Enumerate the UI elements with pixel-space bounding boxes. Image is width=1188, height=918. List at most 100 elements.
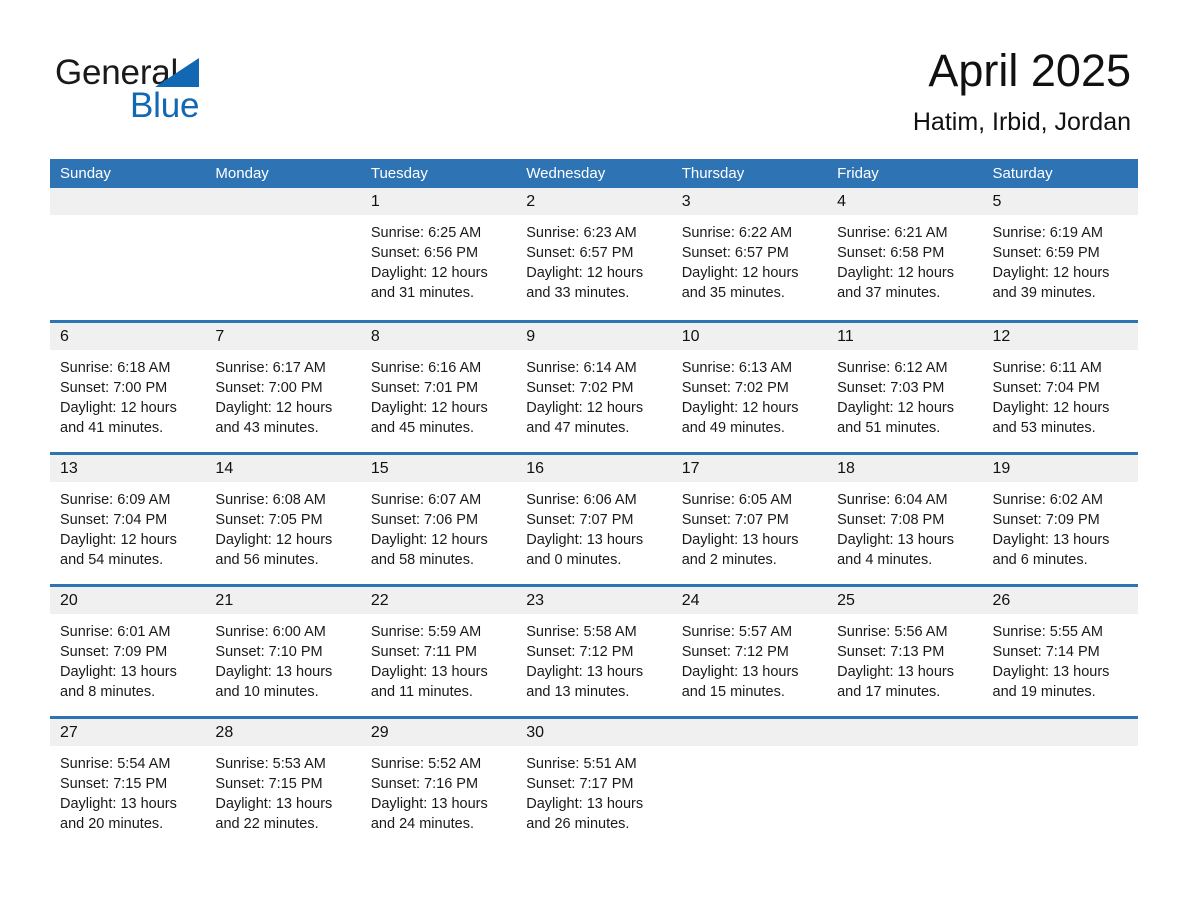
sunset-text: Sunset: 7:03 PM [837,380,945,396]
sunrise-text: Sunrise: 6:25 AM [370,225,482,241]
sunset-text: Sunset: 7:15 PM [60,776,168,792]
daylight-text-line1: Daylight: 13 hours [526,664,644,680]
day-number-band: 5 [982,188,1138,215]
weekday-header-friday: Friday [837,165,879,182]
calendar-weeks: 1 Sunrise: 6:25 AM Sunset: 6:56 PM Daylight… [50,188,1138,848]
day-details: Sunrise: 6:11 AM Sunset: 7:04 PM Daylight:… [983,350,1138,438]
day-number: 19 [992,460,1011,477]
day-details: Sunrise: 6:12 AM Sunset: 7:03 PM Daylight:… [827,350,982,438]
daylight-text-line1: Daylight: 13 hours [60,664,177,680]
weekday-header-wednesday: Wednesday [526,165,606,182]
day-cell[interactable]: 11 Sunrise: 6:12 AM Sunset: 7:03 PM Dayligh… [827,323,983,452]
day-cell[interactable]: 24 Sunrise: 5:57 AM Sunset: 7:12 PM Dayligh… [671,587,828,716]
day-cell[interactable]: 29 Sunrise: 5:52 AM Sunset: 7:16 PM Dayligh… [360,719,517,848]
sunrise-text: Sunrise: 5:55 AM [992,624,1103,640]
day-cell[interactable]: 20 Sunrise: 6:01 AM Sunset: 7:09 PM Dayligh… [50,587,206,716]
daylight-text-line1: Daylight: 13 hours [60,796,177,812]
sunset-text: Sunset: 7:07 PM [526,512,634,528]
day-cell[interactable]: 19 Sunrise: 6:02 AM Sunset: 7:09 PM Dayligh… [982,455,1138,584]
day-cell[interactable]: 14 Sunrise: 6:08 AM Sunset: 7:05 PM Dayligh… [205,455,361,584]
sunrise-text: Sunrise: 6:01 AM [60,624,171,640]
daylight-text-line1: Daylight: 13 hours [837,664,954,680]
sunrise-text: Sunrise: 6:02 AM [992,492,1103,508]
day-cell[interactable]: 10 Sunrise: 6:13 AM Sunset: 7:02 PM Dayligh… [671,323,828,452]
day-number-band: 10 [671,323,828,350]
day-number: 14 [215,460,234,477]
day-cell[interactable]: 2 Sunrise: 6:23 AM Sunset: 6:57 PM Daylight… [516,188,672,320]
day-cell[interactable]: 23 Sunrise: 5:58 AM Sunset: 7:12 PM Dayligh… [516,587,672,716]
daylight-text-line2: and 33 minutes. [526,285,630,301]
day-cell[interactable]: 8 Sunrise: 6:16 AM Sunset: 7:01 PM Daylight… [360,323,517,452]
daylight-text-line1: Daylight: 12 hours [215,532,333,548]
day-cell[interactable]: 26 Sunrise: 5:55 AM Sunset: 7:14 PM Dayligh… [982,587,1138,716]
daylight-text-line1: Daylight: 13 hours [526,532,644,548]
day-number: 16 [526,460,545,477]
day-cell[interactable]: 4 Sunrise: 6:21 AM Sunset: 6:58 PM Daylight… [827,188,983,320]
weekday-header-row: Sunday Monday Tuesday Wednesday Thursday Frid… [50,159,1138,188]
sunrise-text: Sunrise: 6:21 AM [837,225,948,241]
day-cell[interactable]: 27 Sunrise: 5:54 AM Sunset: 7:15 PM Dayligh… [50,719,206,848]
day-details: Sunrise: 5:58 AM Sunset: 7:12 PM Daylight:… [516,614,671,702]
daylight-text-line2: and 39 minutes. [992,285,1096,301]
sunset-text: Sunset: 7:07 PM [681,512,789,528]
daylight-text-line1: Daylight: 13 hours [526,796,644,812]
sunrise-text: Sunrise: 6:23 AM [526,225,637,241]
day-number-band: 27 [50,719,206,746]
day-cell[interactable]: 12 Sunrise: 6:11 AM Sunset: 7:04 PM Dayligh… [982,323,1138,452]
generalblue-logo[interactable]: General Blue [55,52,385,132]
day-cell[interactable]: 5 Sunrise: 6:19 AM Sunset: 6:59 PM Daylight… [982,188,1138,320]
day-details: Sunrise: 6:06 AM Sunset: 7:07 PM Daylight:… [516,482,671,570]
day-number-band: 22 [360,587,517,614]
day-details: Sunrise: 6:22 AM Sunset: 6:57 PM Daylight:… [672,215,827,303]
sunrise-text: Sunrise: 6:06 AM [526,492,637,508]
daylight-text-line1: Daylight: 12 hours [992,265,1110,281]
day-cell[interactable]: 15 Sunrise: 6:07 AM Sunset: 7:06 PM Dayligh… [360,455,517,584]
sunset-text: Sunset: 7:06 PM [370,512,479,528]
day-cell[interactable]: 9 Sunrise: 6:14 AM Sunset: 7:02 PM Daylight… [516,323,672,452]
day-cell[interactable]: 13 Sunrise: 6:09 AM Sunset: 7:04 PM Dayligh… [50,455,206,584]
page-title: April 2025 [928,45,1131,96]
day-number: 29 [370,724,389,741]
day-number: 1 [370,193,380,210]
daylight-text-line2: and 35 minutes. [681,285,785,301]
sunrise-text: Sunrise: 6:04 AM [837,492,948,508]
day-number-band [827,719,983,746]
day-number: 9 [526,328,536,345]
day-number-band: 18 [827,455,983,482]
day-number: 2 [526,193,536,210]
daylight-text-line1: Daylight: 12 hours [526,400,644,416]
day-cell[interactable]: 18 Sunrise: 6:04 AM Sunset: 7:08 PM Dayligh… [827,455,983,584]
day-details: Sunrise: 6:01 AM Sunset: 7:09 PM Daylight:… [50,614,205,702]
day-number-band: 9 [516,323,672,350]
day-number: 28 [215,724,234,741]
sunrise-text: Sunrise: 5:54 AM [60,756,171,772]
daylight-text-line1: Daylight: 13 hours [215,664,333,680]
daylight-text-line2: and 2 minutes. [681,552,777,568]
day-details: Sunrise: 5:56 AM Sunset: 7:13 PM Daylight:… [827,614,982,702]
day-number: 25 [837,592,855,609]
day-number-band: 25 [827,587,983,614]
daylight-text-line1: Daylight: 13 hours [370,796,488,812]
calendar-week-row: 13 Sunrise: 6:09 AM Sunset: 7:04 PM Dayligh… [50,452,1138,584]
day-cell[interactable]: 30 Sunrise: 5:51 AM Sunset: 7:17 PM Dayligh… [516,719,672,848]
day-cell[interactable]: 6 Sunrise: 6:18 AM Sunset: 7:00 PM Daylight… [50,323,206,452]
sunset-text: Sunset: 7:05 PM [215,512,323,528]
day-number-band: 24 [671,587,828,614]
day-cell[interactable]: 25 Sunrise: 5:56 AM Sunset: 7:13 PM Dayligh… [827,587,983,716]
day-number-band: 3 [671,188,828,215]
day-cell[interactable]: 17 Sunrise: 6:05 AM Sunset: 7:07 PM Dayligh… [671,455,828,584]
day-cell[interactable]: 21 Sunrise: 6:00 AM Sunset: 7:10 PM Dayligh… [205,587,361,716]
day-details: Sunrise: 6:04 AM Sunset: 7:08 PM Daylight:… [827,482,982,570]
sunrise-text: Sunrise: 5:51 AM [526,756,637,772]
day-details: Sunrise: 6:09 AM Sunset: 7:04 PM Daylight:… [50,482,205,570]
day-cell[interactable]: 3 Sunrise: 6:22 AM Sunset: 6:57 PM Daylight… [671,188,828,320]
day-cell[interactable]: 28 Sunrise: 5:53 AM Sunset: 7:15 PM Dayligh… [205,719,361,848]
sunset-text: Sunset: 7:02 PM [526,380,634,396]
day-number-band: 17 [671,455,828,482]
day-cell[interactable]: 22 Sunrise: 5:59 AM Sunset: 7:11 PM Dayligh… [360,587,517,716]
day-cell[interactable]: 7 Sunrise: 6:17 AM Sunset: 7:00 PM Daylight… [205,323,361,452]
daylight-text-line2: and 56 minutes. [215,552,319,568]
day-cell[interactable]: 16 Sunrise: 6:06 AM Sunset: 7:07 PM Dayligh… [516,455,672,584]
day-number-band: 12 [982,323,1138,350]
day-cell[interactable]: 1 Sunrise: 6:25 AM Sunset: 6:56 PM Daylight… [360,188,517,320]
